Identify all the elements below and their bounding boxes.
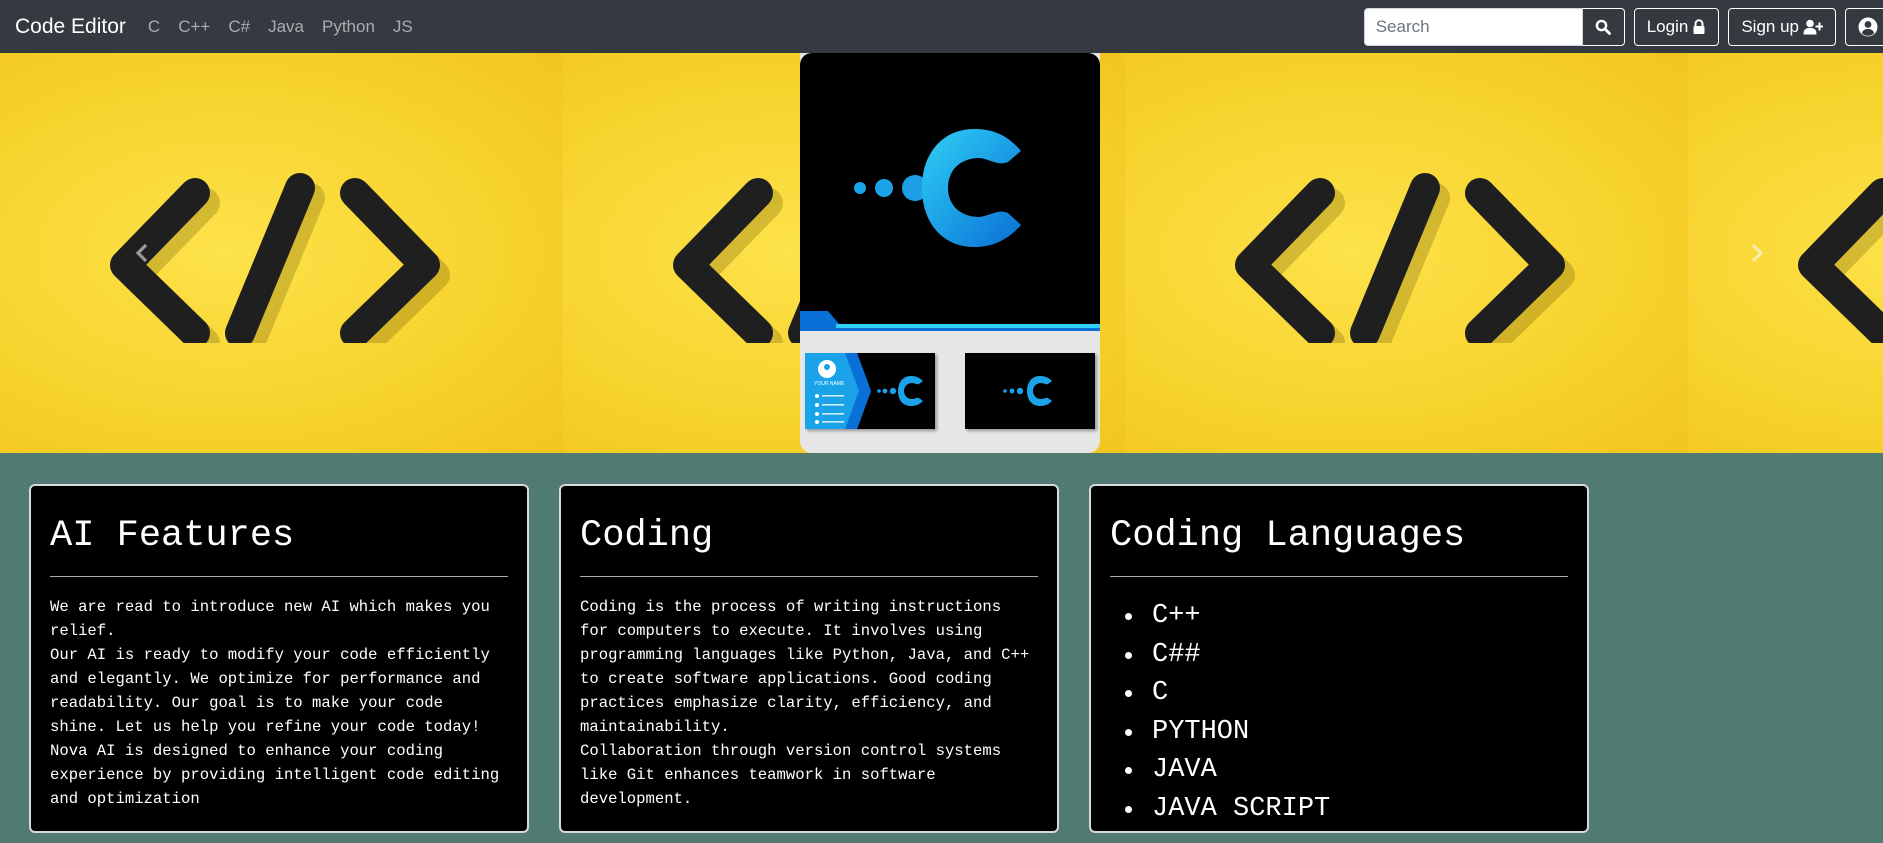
- signup-button[interactable]: Sign up: [1728, 7, 1836, 46]
- navbar-actions: Login Sign up: [1363, 0, 1883, 53]
- list-item: C##: [1122, 636, 1568, 675]
- coding-text: Coding is the process of writing instruc…: [580, 595, 1038, 811]
- coding-paragraph: Coding is the process of writing instruc…: [580, 598, 1030, 736]
- search-form: [1363, 7, 1625, 46]
- carousel-slide: [1688, 53, 1883, 453]
- nav-link-js[interactable]: JS: [393, 17, 413, 37]
- thumbnail-name-text: YOUR NAME: [814, 381, 845, 387]
- code-brackets-image: [1235, 173, 1575, 343]
- coding-languages-title: Coding Languages: [1110, 515, 1466, 557]
- search-input[interactable]: [1363, 7, 1583, 46]
- c-logo-icon: [800, 129, 1100, 331]
- nav-link-csharp[interactable]: C#: [228, 17, 250, 37]
- c-logo-thumb-image: [1003, 376, 1052, 406]
- login-label: Login: [1646, 16, 1689, 36]
- divider: [1110, 576, 1568, 577]
- divider: [580, 576, 1038, 577]
- search-icon: [1595, 19, 1612, 35]
- nav-link-java[interactable]: Java: [268, 17, 304, 37]
- code-brackets-image: [1798, 178, 1883, 343]
- carousel-next-button[interactable]: [1737, 233, 1777, 273]
- nav-link-cpp[interactable]: C++: [178, 17, 210, 37]
- logo-preview-card: YOUR NAME: [800, 53, 1100, 453]
- coding-card: Coding Coding is the process of writing …: [559, 484, 1059, 833]
- logo-preview-main[interactable]: [800, 53, 1100, 331]
- ai-paragraph: We are read to introduce new AI which ma…: [50, 598, 490, 640]
- nav-link-c[interactable]: C: [148, 17, 160, 37]
- lock-icon: [1693, 18, 1705, 34]
- carousel-slide: [1125, 53, 1688, 453]
- user-plus-icon: [1803, 19, 1823, 34]
- list-item: JAVA SCRIPT: [1122, 790, 1568, 829]
- ai-paragraph: Nova AI is designed to enhance your codi…: [50, 742, 500, 808]
- carousel-prev-button[interactable]: [122, 233, 162, 273]
- languages-list: C++ C## C PYTHON JAVA JAVA SCRIPT: [1110, 597, 1568, 828]
- coding-paragraph: Collaboration through version control sy…: [580, 742, 1002, 808]
- account-button[interactable]: [1845, 7, 1883, 46]
- user-circle-icon: [1858, 17, 1878, 36]
- chevron-left-icon: [135, 243, 148, 263]
- list-item: C++: [1122, 597, 1568, 636]
- list-item: JAVA: [1122, 751, 1568, 790]
- navbar: Code Editor C C++ C# Java Python JS Logi…: [0, 0, 1883, 53]
- list-item: PYTHON: [1122, 713, 1568, 752]
- ai-paragraph: Our AI is ready to modify your code effi…: [50, 646, 490, 736]
- coding-title: Coding: [580, 515, 714, 557]
- coding-languages-card: Coding Languages C++ C## C PYTHON JAVA J…: [1089, 484, 1589, 833]
- divider: [50, 576, 508, 577]
- ai-features-card: AI Features We are read to introduce new…: [29, 484, 529, 833]
- business-card-image: YOUR NAME: [805, 353, 923, 429]
- search-button[interactable]: [1582, 7, 1625, 46]
- nav-link-python[interactable]: Python: [322, 17, 375, 37]
- brand[interactable]: Code Editor: [15, 15, 126, 39]
- login-button[interactable]: Login: [1633, 7, 1720, 46]
- thumbnail-logo[interactable]: [965, 353, 1095, 429]
- list-item: C: [1122, 674, 1568, 713]
- chevron-right-icon: [1751, 243, 1764, 263]
- thumbnail-business-card[interactable]: YOUR NAME: [805, 353, 935, 429]
- ai-features-text: We are read to introduce new AI which ma…: [50, 595, 508, 811]
- signup-label: Sign up: [1741, 16, 1799, 36]
- carousel-slide: [0, 53, 563, 453]
- ai-features-title: AI Features: [50, 515, 295, 557]
